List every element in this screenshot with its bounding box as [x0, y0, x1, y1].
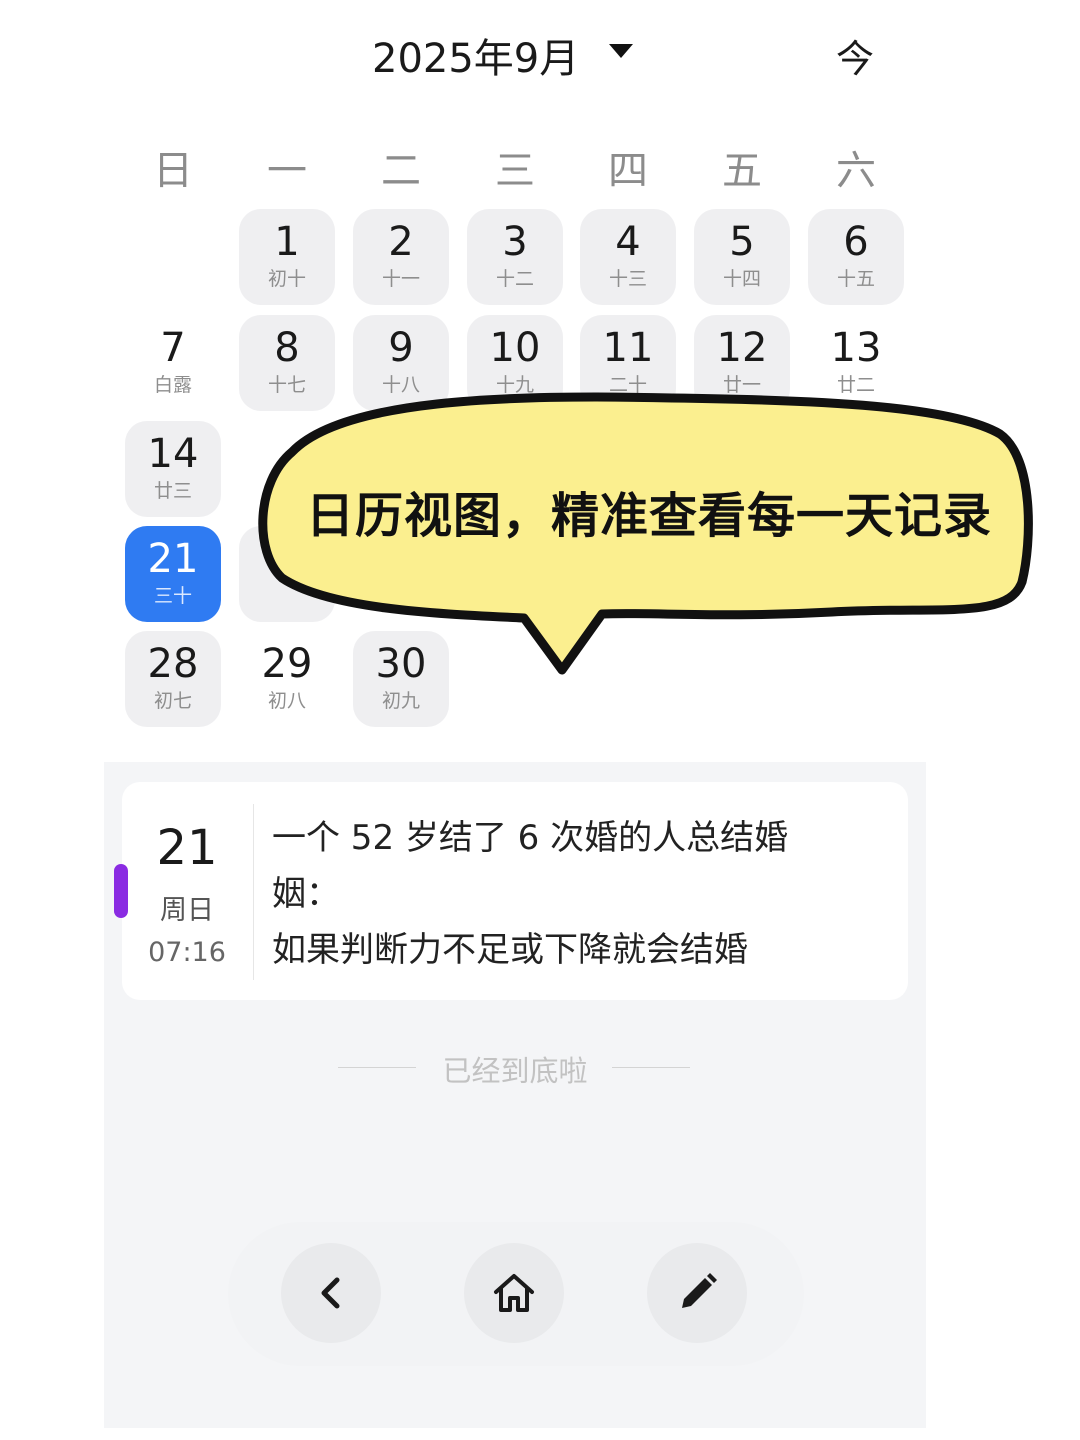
weekday-sun: 日	[153, 148, 193, 194]
day-cell[interactable]: 6 十五	[808, 209, 904, 305]
day-number: 13	[830, 325, 882, 371]
record-line: 一个 52 岁结了 6 次婚的人总结婚	[272, 818, 789, 858]
lunar-date: 初九	[381, 690, 420, 712]
day-number: 3	[502, 219, 528, 265]
lunar-date: 十一	[381, 268, 420, 290]
month-title[interactable]: 2025年9月	[372, 26, 579, 84]
record-time: 07:16	[148, 937, 226, 968]
day-number: 12	[716, 325, 768, 371]
day-number: 14	[147, 431, 199, 477]
lunar-date: 十四	[722, 268, 761, 290]
home-button[interactable]	[464, 1243, 564, 1343]
record-day: 21	[156, 820, 218, 876]
lunar-date: 三十	[153, 585, 192, 607]
weekday-wed: 三	[495, 148, 535, 194]
lunar-date: 初十	[267, 268, 306, 290]
calendar-header: 2025年9月 今	[0, 0, 1080, 110]
day-cell[interactable]: 14 廿三	[125, 421, 221, 517]
day-cell[interactable]: 28 初七	[125, 631, 221, 727]
weekday-thu: 四	[608, 148, 648, 194]
weekday-row: 日 一 二 三 四 五 六	[0, 138, 1080, 194]
day-number: 1	[274, 219, 300, 265]
day-number: 6	[843, 219, 869, 265]
end-divider-right	[612, 1067, 690, 1068]
lunar-date: 廿三	[153, 480, 192, 502]
today-button[interactable]: 今	[836, 28, 874, 83]
day-number: 5	[729, 219, 755, 265]
day-cell[interactable]: 5 十四	[694, 209, 790, 305]
day-number: 2	[388, 219, 414, 265]
end-of-list-text: 已经到底啦	[442, 1054, 588, 1088]
home-icon	[494, 1274, 534, 1312]
lunar-date: 初八	[267, 690, 306, 712]
lunar-date: 十二	[495, 268, 534, 290]
day-cell[interactable]: 4 十三	[580, 209, 676, 305]
day-number: 9	[388, 325, 414, 371]
edit-button[interactable]	[647, 1243, 747, 1343]
lunar-date: 十三	[608, 268, 647, 290]
record-weekday: 周日	[160, 895, 214, 926]
day-number: 8	[274, 325, 300, 371]
day-number: 10	[489, 325, 541, 371]
pencil-icon	[682, 1273, 717, 1308]
weekday-mon: 一	[267, 148, 307, 194]
day-number: 21	[147, 536, 199, 582]
day-cell[interactable]: 1 初十	[239, 209, 335, 305]
day-number: 7	[160, 325, 186, 371]
lunar-date: 初七	[153, 690, 192, 712]
weekday-tue: 二	[381, 148, 421, 194]
day-number: 11	[602, 325, 654, 371]
day-cell[interactable]: 21 三十	[125, 526, 221, 622]
day-number: 4	[615, 219, 641, 265]
record-divider	[253, 804, 254, 980]
day-cell[interactable]: 2 十一	[353, 209, 449, 305]
record-line: 如果判断力不足或下降就会结婚	[272, 930, 748, 970]
record-line: 姻：	[272, 874, 340, 914]
back-button[interactable]	[281, 1243, 381, 1343]
caret-down-icon[interactable]	[609, 44, 633, 58]
chevron-left-icon	[321, 1277, 340, 1309]
weekday-fri: 五	[722, 148, 762, 194]
weekday-sat: 六	[836, 148, 876, 194]
day-cell[interactable]: 3 十二	[467, 209, 563, 305]
lunar-date: 十五	[836, 268, 875, 290]
record-text: 一个 52 岁结了 6 次婚的人总结婚 姻： 如果判断力不足或下降就会结婚	[272, 810, 892, 978]
end-divider-left	[338, 1067, 416, 1068]
callout-text: 日历视图，精准查看每一天记录	[306, 488, 993, 544]
lunar-date: 白露	[153, 374, 192, 396]
day-cell[interactable]: 7 白露	[125, 315, 221, 411]
day-number: 28	[147, 641, 199, 687]
